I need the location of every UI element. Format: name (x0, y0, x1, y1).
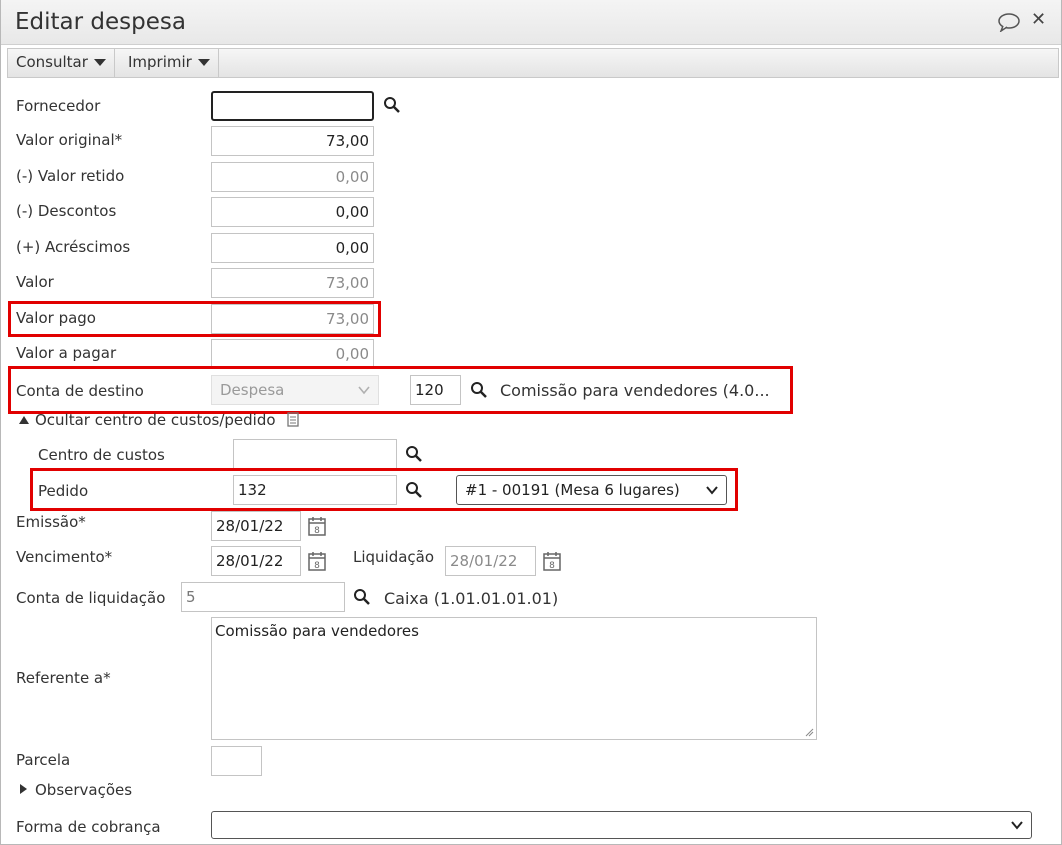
centro-custos-label: Centro de custos (38, 446, 165, 464)
pedido-label: Pedido (38, 482, 89, 500)
parcela-input[interactable] (211, 746, 262, 776)
vencimento-input[interactable] (211, 546, 301, 576)
document-icon (287, 412, 299, 427)
chat-bubble-icon[interactable] (997, 12, 1021, 32)
vencimento-label: Vencimento* (16, 548, 113, 566)
conta-destino-code-input[interactable] (410, 375, 461, 405)
liquidacao-input (445, 546, 536, 576)
title-bar: Editar despesa ✕ (1, 0, 1061, 45)
expand-triangle-icon (20, 784, 27, 794)
conta-liquidacao-input[interactable] (181, 582, 345, 612)
conta-destino-label: Conta de destino (16, 382, 144, 400)
valor-pago-label: Valor pago (16, 309, 96, 327)
chevron-down-icon (706, 486, 718, 495)
liquidacao-label: Liquidação (353, 548, 435, 566)
pedido-input[interactable] (233, 475, 397, 505)
fornecedor-input[interactable] (211, 91, 374, 121)
conta-liquidacao-label: Conta de liquidação (16, 589, 166, 607)
window-title: Editar despesa (15, 9, 186, 35)
valor-a-pagar-label: Valor a pagar (16, 344, 117, 362)
valor-label: Valor (16, 273, 54, 291)
referente-label: Referente a* (16, 669, 111, 687)
referente-text: Comissão para vendedores (215, 622, 419, 640)
svg-text:8: 8 (314, 561, 320, 571)
toolbar: Consultar Imprimir (7, 48, 1059, 78)
conta-liquidacao-description: Caixa (1.01.01.01.01) (384, 589, 559, 608)
close-icon[interactable]: ✕ (1031, 9, 1046, 30)
imprimir-label: Imprimir (128, 53, 192, 71)
conta-destino-type-value: Despesa (220, 381, 285, 399)
centro-custos-toggle-label: Ocultar centro de custos/pedido (35, 411, 276, 429)
imprimir-menu-button[interactable]: Imprimir (120, 49, 219, 77)
svg-text:8: 8 (314, 526, 320, 536)
valor-pago-input (211, 304, 374, 334)
search-icon[interactable] (353, 588, 371, 606)
pedido-item-selected: #1 - 00191 (Mesa 6 lugares) (465, 481, 680, 499)
valor-original-input[interactable] (211, 126, 374, 156)
emissao-label: Emissão* (16, 513, 86, 531)
observacoes-toggle-label: Observações (35, 781, 133, 799)
forma-cobranca-label: Forma de cobrança (16, 818, 161, 836)
calendar-icon[interactable]: 8 (307, 550, 327, 572)
acrescimos-input[interactable] (211, 233, 374, 263)
observacoes-toggle[interactable]: Observações (20, 781, 132, 799)
valor-original-label: Valor original* (16, 131, 123, 149)
valor-input (211, 268, 374, 298)
search-icon[interactable] (383, 96, 401, 114)
edit-expense-window: Editar despesa ✕ Consultar Imprimir Forn… (0, 0, 1062, 845)
svg-text:8: 8 (549, 561, 555, 571)
pedido-item-select[interactable]: #1 - 00191 (Mesa 6 lugares) (456, 475, 727, 505)
conta-destino-description: Comissão para vendedores (4.0... (500, 381, 770, 400)
acrescimos-label: (+) Acréscimos (16, 238, 131, 256)
collapse-triangle-icon (19, 416, 29, 424)
emissao-input[interactable] (211, 511, 301, 541)
descontos-label: (-) Descontos (16, 202, 117, 220)
consultar-menu-button[interactable]: Consultar (8, 49, 115, 77)
consultar-label: Consultar (16, 53, 88, 71)
descontos-input[interactable] (211, 197, 374, 227)
caret-down-icon (197, 59, 210, 66)
resize-handle-icon[interactable] (804, 727, 814, 737)
chevron-down-icon (358, 386, 370, 395)
caret-down-icon (93, 59, 106, 66)
search-icon[interactable] (405, 481, 423, 499)
valor-retido-input (211, 162, 374, 192)
conta-destino-type-select: Despesa (211, 375, 379, 405)
parcela-label: Parcela (16, 751, 71, 769)
calendar-icon[interactable]: 8 (542, 550, 562, 572)
calendar-icon[interactable]: 8 (307, 515, 327, 537)
referente-textarea[interactable]: Comissão para vendedores (211, 617, 817, 740)
chevron-down-icon (1011, 821, 1023, 830)
forma-cobranca-select[interactable] (211, 811, 1032, 839)
valor-a-pagar-input (211, 339, 374, 369)
search-icon[interactable] (405, 445, 423, 463)
valor-retido-label: (-) Valor retido (16, 167, 125, 185)
centro-custos-toggle[interactable]: Ocultar centro de custos/pedido (19, 411, 300, 429)
search-icon[interactable] (470, 381, 488, 399)
centro-custos-input[interactable] (233, 439, 397, 469)
fornecedor-label: Fornecedor (16, 97, 101, 115)
